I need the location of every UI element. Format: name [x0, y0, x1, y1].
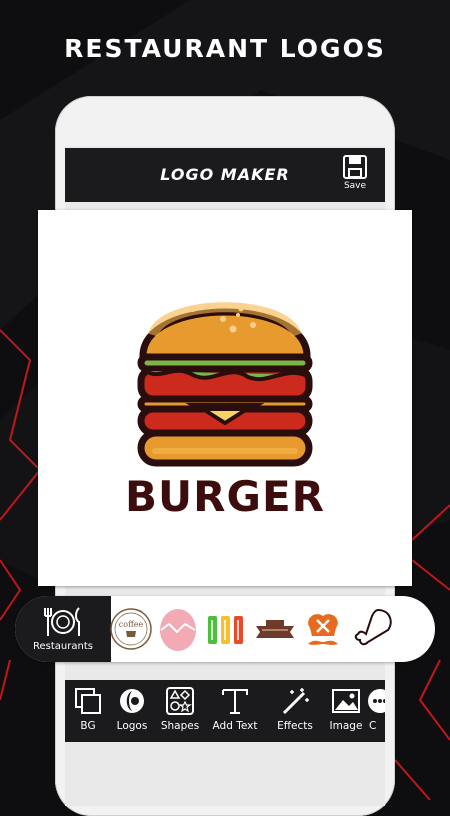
save-button[interactable]: Save [335, 152, 375, 198]
page-headline: RESTAURANT LOGOS [64, 34, 386, 63]
logos-swirl-icon [120, 689, 144, 713]
fork-knife-spoon-logo-thumb[interactable] [202, 606, 248, 652]
coffee-logo-thumb[interactable]: coffee [108, 606, 154, 652]
tool-logos[interactable]: Logos [106, 680, 158, 742]
tool-add-text[interactable]: Add Text [209, 680, 261, 742]
tool-add-text-label: Add Text [212, 720, 258, 732]
tool-bar: BG Logos Shapes Add Text Effects Image C [65, 680, 385, 742]
chicken-leg-logo-thumb[interactable] [350, 606, 396, 652]
pink-egg-logo-thumb[interactable] [155, 606, 201, 652]
text-t-icon [222, 689, 248, 714]
save-label: Save [343, 181, 367, 191]
image-icon [332, 689, 360, 713]
logo-text[interactable]: BURGER [38, 472, 412, 521]
app-bar: LOGO MAKER Save [65, 148, 385, 202]
category-label: Restaurants [33, 641, 93, 652]
logo-canvas[interactable]: BURGER [38, 210, 412, 586]
tool-more[interactable]: C [365, 680, 385, 742]
category-restaurants[interactable]: Restaurants [15, 596, 111, 662]
tool-shapes-label: Shapes [160, 720, 200, 732]
tool-effects[interactable]: Effects [269, 680, 321, 742]
burger-icon [137, 302, 313, 467]
tool-effects-label: Effects [277, 720, 313, 732]
coffee-thumb-text: coffee [119, 620, 144, 629]
more-icon [368, 689, 385, 713]
chef-hat-mustache-logo-thumb[interactable] [300, 606, 346, 652]
bg-squares-icon [75, 688, 101, 714]
magic-wand-icon [282, 688, 309, 715]
tool-logos-label: Logos [116, 720, 148, 732]
tool-shapes[interactable]: Shapes [154, 680, 206, 742]
tool-more-label: C [369, 720, 377, 732]
restaurant-banner-logo-thumb[interactable] [252, 606, 298, 652]
plate-cutlery-icon [44, 607, 80, 636]
shapes-icon [166, 687, 194, 715]
floppy-disk-icon [343, 155, 367, 179]
